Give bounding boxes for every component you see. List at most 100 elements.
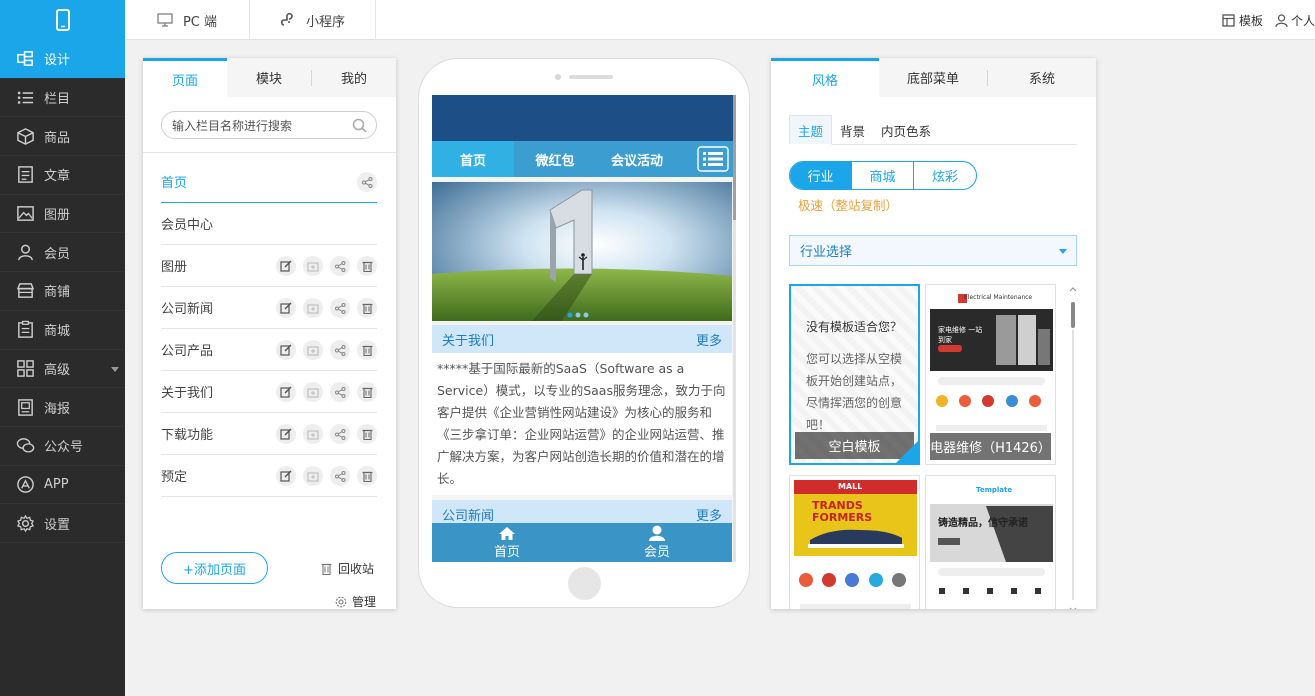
tab-label: PC 端 <box>182 14 218 30</box>
edit-icon[interactable] <box>276 424 296 444</box>
copy-page-icon[interactable] <box>303 256 323 276</box>
page-search-input[interactable]: 输入栏目名称进行搜索 <box>161 111 377 139</box>
trash-icon[interactable] <box>357 382 377 402</box>
edit-icon[interactable] <box>276 382 296 402</box>
site-header <box>432 95 736 141</box>
sidebar-item-members[interactable]: 会员 <box>0 233 125 273</box>
page-label: 公司新闻 <box>161 302 214 317</box>
tab-bottom-menu[interactable]: 底部菜单 <box>879 58 987 97</box>
sidebar-item-wechat[interactable]: 公众号 <box>0 427 125 466</box>
template-promo: TRANDS FORMERS <box>812 499 873 524</box>
tab-style[interactable]: 风格 <box>771 58 879 97</box>
sidebar-item-gallery[interactable]: 图册 <box>0 195 125 234</box>
tab-modules[interactable]: 模块 <box>227 58 311 97</box>
add-page-button[interactable]: +添加页面 <box>161 552 268 584</box>
copy-page-icon[interactable] <box>303 340 323 360</box>
share-icon[interactable] <box>330 424 350 444</box>
tab-pages[interactable]: 页面 <box>143 58 227 97</box>
recycle-bin-link[interactable]: 回收站 <box>321 560 374 577</box>
sidebar-item-articles[interactable]: 文章 <box>0 156 125 195</box>
manage-link[interactable]: 管理 <box>335 593 376 610</box>
fast-copy-link[interactable]: 极速（整站复制） <box>798 195 898 214</box>
template-thumbnail <box>794 480 917 609</box>
copy-page-icon[interactable] <box>303 466 323 486</box>
template-scrollbar[interactable] <box>1069 286 1077 609</box>
trash-icon[interactable] <box>357 424 377 444</box>
segment-label: 炫彩 <box>931 170 958 185</box>
trash-icon[interactable] <box>357 256 377 276</box>
segment-industry[interactable]: 行业 <box>790 162 852 189</box>
sidebar-item-app[interactable]: APP <box>0 466 125 505</box>
wechat-icon <box>16 438 35 453</box>
sidebar-item-shops[interactable]: 商铺 <box>0 272 125 311</box>
edit-icon[interactable] <box>276 256 296 276</box>
tab-mine[interactable]: 我的 <box>312 58 396 97</box>
personal-menu[interactable]: 个人 <box>1275 12 1315 29</box>
page-row-gallery[interactable]: 图册 <box>161 245 377 287</box>
site-nav-events[interactable]: 会议活动 <box>596 141 678 177</box>
subtab-theme[interactable]: 主题 <box>789 115 833 145</box>
share-icon[interactable] <box>330 256 350 276</box>
trash-icon[interactable] <box>357 298 377 318</box>
news-more-link[interactable]: 更多 <box>696 505 722 524</box>
trash-icon[interactable] <box>357 466 377 486</box>
copy-page-icon[interactable] <box>303 298 323 318</box>
edit-icon[interactable] <box>276 340 296 360</box>
site-nav-red-packet[interactable]: 微红包 <box>514 141 596 177</box>
mobile-logo[interactable] <box>0 0 125 40</box>
tabbar-home[interactable]: 首页 <box>432 523 582 562</box>
subtab-label: 主题 <box>798 123 824 139</box>
industry-select[interactable]: 行业选择 <box>789 235 1077 266</box>
page-row-company-products[interactable]: 公司产品 <box>161 329 377 371</box>
page-row-download[interactable]: 下载功能 <box>161 413 377 455</box>
copy-page-icon[interactable] <box>303 382 323 402</box>
site-nav-home[interactable]: 首页 <box>432 141 514 177</box>
sidebar-item-columns[interactable]: 栏目 <box>0 79 125 118</box>
tab-system[interactable]: 系统 <box>988 58 1096 97</box>
template-menu[interactable]: 模板 <box>1222 12 1263 29</box>
copy-page-icon[interactable] <box>303 424 323 444</box>
subtab-background[interactable]: 背景 <box>832 115 873 145</box>
member-icon <box>18 244 33 261</box>
page-label: 图册 <box>161 260 188 275</box>
trash-icon[interactable] <box>357 340 377 360</box>
sidebar-item-advanced[interactable]: 高级 <box>0 350 125 389</box>
phone-screen[interactable]: 首页 微红包 会议活动 关于我们 更多 *****基于国际最新的SaaS（Sof… <box>432 95 736 562</box>
template-brand: Electrical Maintenance <box>964 294 1033 301</box>
search-icon[interactable] <box>352 118 367 133</box>
share-icon[interactable] <box>330 382 350 402</box>
subtab-inner-colors[interactable]: 内页色系 <box>873 115 939 145</box>
segment-mall[interactable]: 商城 <box>852 162 914 189</box>
template-card-mall[interactable]: MALL TRANDS FORMERS <box>789 475 920 609</box>
edit-icon[interactable] <box>276 298 296 318</box>
menu-button[interactable] <box>690 141 736 177</box>
tabbar-member[interactable]: 会员 <box>582 523 732 562</box>
sidebar-item-poster[interactable]: 海报 <box>0 388 125 427</box>
search-placeholder: 输入栏目名称进行搜索 <box>172 118 293 133</box>
template-card-template[interactable]: Template 铸造精品，信守承诺 <box>925 475 1056 609</box>
share-icon[interactable] <box>330 298 350 318</box>
sidebar-item-products[interactable]: 商品 <box>0 117 125 157</box>
page-row-booking[interactable]: 预定 <box>161 455 377 497</box>
page-row-company-news[interactable]: 公司新闻 <box>161 287 377 329</box>
tab-pc[interactable]: PC 端 <box>125 0 250 40</box>
sidebar-item-mall[interactable]: 商城 <box>0 311 125 350</box>
share-icon[interactable] <box>357 172 377 192</box>
article-icon <box>18 166 33 184</box>
sidebar-item-design[interactable]: 设计 <box>0 40 125 79</box>
screen-scrollbar-thumb[interactable] <box>733 95 736 220</box>
home-icon <box>499 526 515 540</box>
about-more-link[interactable]: 更多 <box>696 330 722 349</box>
page-row-home[interactable]: 首页 <box>161 161 377 203</box>
page-row-member-center[interactable]: 会员中心 <box>161 203 377 245</box>
share-icon[interactable] <box>330 466 350 486</box>
page-row-about-us[interactable]: 关于我们 <box>161 371 377 413</box>
edit-icon[interactable] <box>276 466 296 486</box>
tab-mini-program[interactable]: 小程序 <box>250 0 376 40</box>
template-card-electrical[interactable]: Electrical Maintenance 家电维修 一站到家 电器维修（H1… <box>925 284 1056 465</box>
segment-colorful[interactable]: 炫彩 <box>914 162 976 189</box>
template-card-blank[interactable]: 没有模板适合您？ 您可以选择从空模板开始创建站点，尽情挥洒您的创意吧！ 空白模板 <box>789 284 920 465</box>
sidebar-item-settings[interactable]: 设置 <box>0 504 125 543</box>
add-page-label: +添加页面 <box>183 562 246 578</box>
share-icon[interactable] <box>330 340 350 360</box>
